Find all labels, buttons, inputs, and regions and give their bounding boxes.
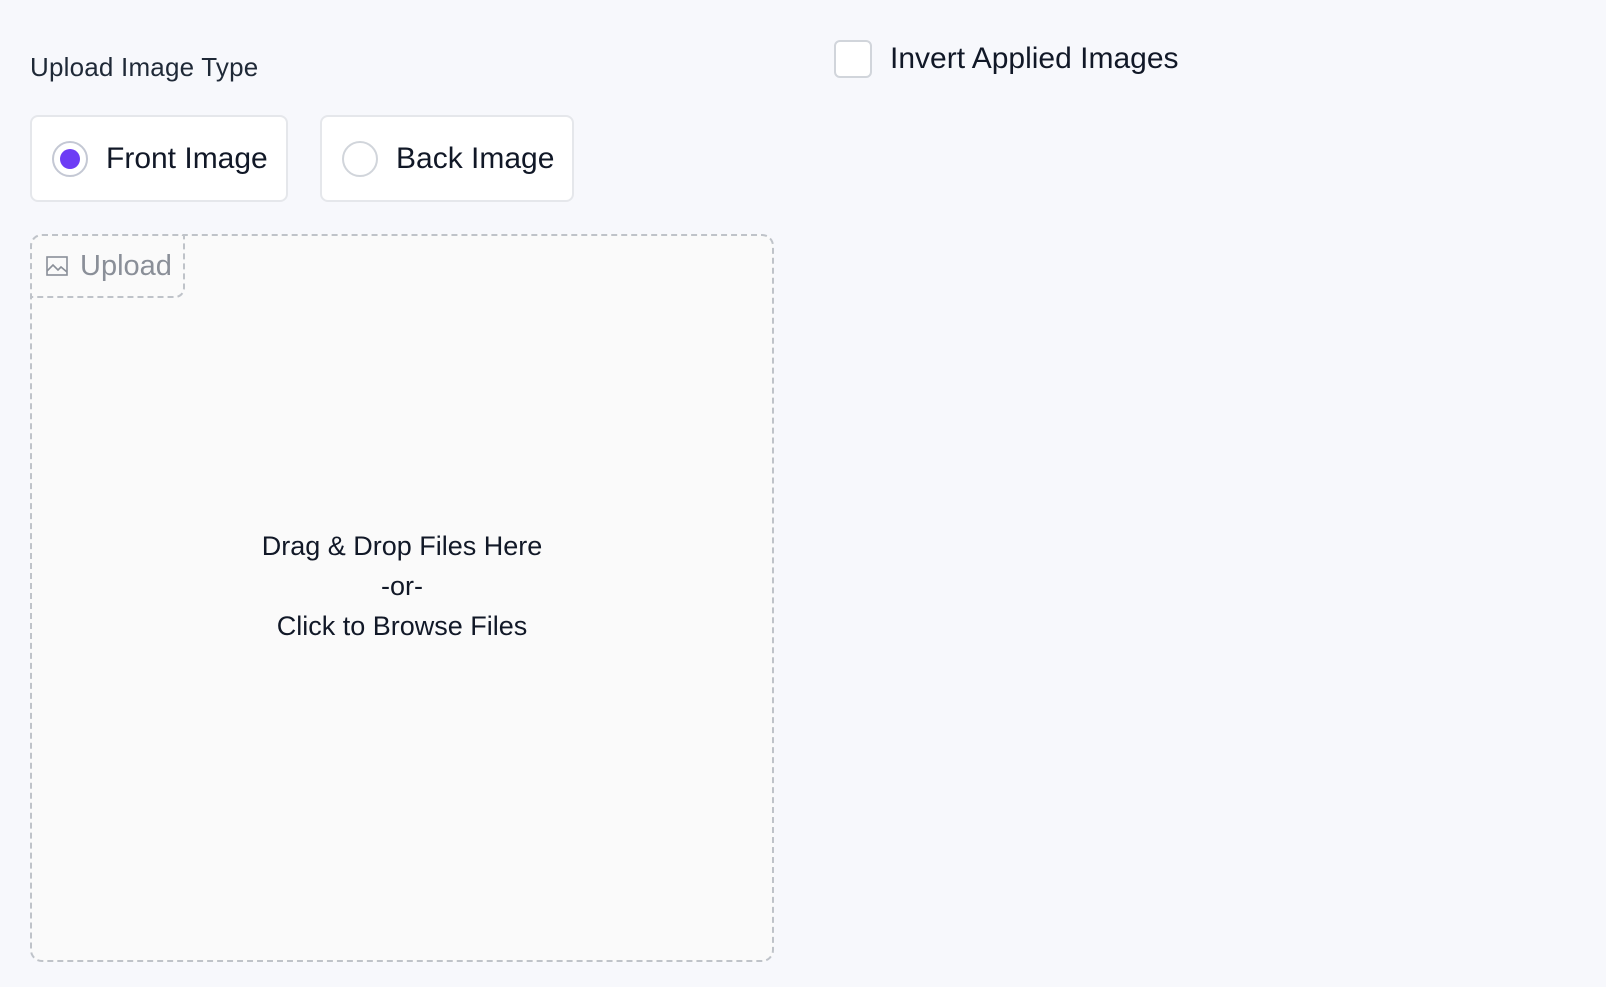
- back-image-label: Back Image: [396, 141, 555, 175]
- invert-checkbox[interactable]: [834, 40, 872, 78]
- front-image-label: Front Image: [106, 141, 268, 175]
- upload-tab-label: Upload: [80, 249, 172, 282]
- radio-dot: [60, 148, 80, 169]
- radio-unchecked-icon[interactable]: [342, 140, 378, 177]
- back-image-radio[interactable]: Back Image: [320, 115, 574, 202]
- dropzone-line-browse: Click to Browse Files: [276, 611, 528, 641]
- front-image-radio[interactable]: Front Image: [30, 115, 288, 202]
- upload-image-type-label: Upload Image Type: [30, 52, 259, 82]
- dropzone-line-or: -or-: [381, 571, 423, 601]
- image-icon: [46, 256, 68, 276]
- invert-applied-images-toggle[interactable]: Invert Applied Images: [834, 40, 1179, 78]
- radio-checked-icon[interactable]: [52, 140, 88, 177]
- dropzone-line-drag-drop: Drag & Drop Files Here: [261, 531, 543, 561]
- file-dropzone[interactable]: Upload Drag & Drop Files Here -or- Click…: [30, 234, 774, 962]
- invert-applied-images-label: Invert Applied Images: [890, 42, 1179, 75]
- upload-tab: Upload: [30, 234, 185, 298]
- dropzone-instructions: Drag & Drop Files Here -or- Click to Bro…: [32, 526, 772, 646]
